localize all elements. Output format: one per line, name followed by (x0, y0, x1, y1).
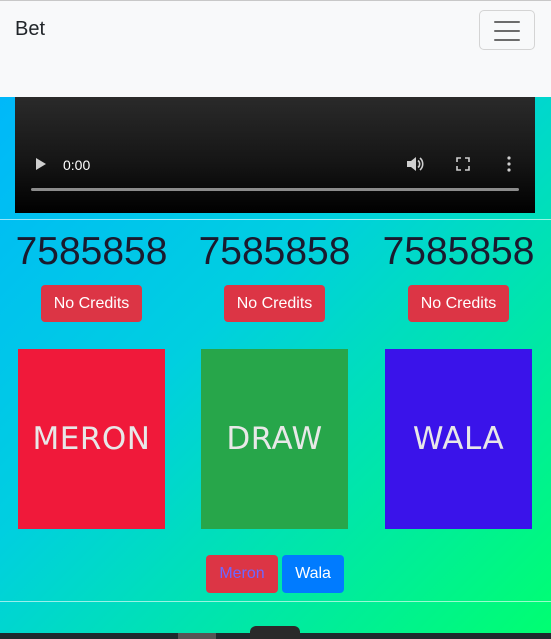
navbar-toggler-button[interactable] (479, 10, 535, 50)
divider (0, 219, 551, 220)
draw-column: 7585858 No Credits (194, 228, 355, 322)
meron-card-label: MERON (32, 421, 151, 457)
divider (0, 601, 551, 602)
wala-bet-button[interactable]: Wala (282, 555, 344, 593)
wala-amount: 7585858 (382, 230, 535, 273)
hamburger-icon (494, 30, 520, 32)
wala-card[interactable]: WALA (385, 349, 532, 529)
volume-icon[interactable] (405, 154, 425, 174)
meron-column: 7585858 No Credits (11, 228, 172, 322)
wala-no-credits-button[interactable]: No Credits (407, 285, 510, 322)
fullscreen-icon[interactable] (456, 157, 470, 171)
meron-bet-button[interactable]: Meron (206, 555, 278, 593)
play-icon[interactable] (36, 158, 46, 170)
draw-no-credits-button[interactable]: No Credits (223, 285, 326, 322)
hamburger-icon (494, 39, 520, 41)
video-progress-bar[interactable] (31, 188, 519, 191)
video-player[interactable]: 0:00 (15, 97, 535, 213)
video-time: 0:00 (63, 157, 91, 173)
navbar-brand[interactable]: Bet (15, 18, 45, 41)
hamburger-icon (494, 21, 520, 23)
wala-column: 7585858 No Credits (378, 228, 539, 322)
draw-card[interactable]: DRAW (201, 349, 348, 529)
meron-card[interactable]: MERON (18, 349, 165, 529)
draw-card-label: DRAW (226, 421, 323, 457)
draw-amount: 7585858 (198, 230, 351, 273)
scrollbar-thumb[interactable] (178, 633, 216, 639)
meron-no-credits-button[interactable]: No Credits (40, 285, 143, 322)
navbar: Bet (0, 0, 551, 97)
meron-amount: 7585858 (15, 230, 168, 273)
floating-tab[interactable] (250, 626, 300, 639)
wala-card-label: WALA (412, 421, 505, 457)
more-options-icon[interactable] (506, 156, 512, 172)
